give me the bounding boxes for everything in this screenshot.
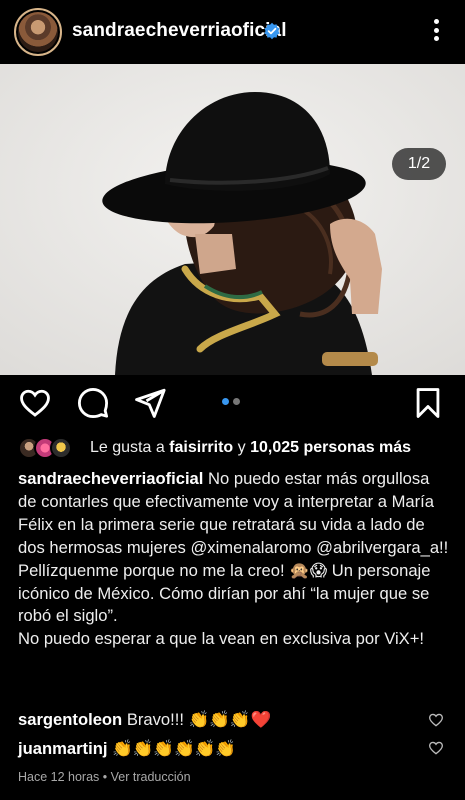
caption: sandraecheverriaoficial No puedo estar m… <box>18 468 450 651</box>
comment-heart-icon[interactable] <box>428 740 444 756</box>
comment-username[interactable]: sargentoleon <box>18 710 122 729</box>
post-meta: Hace 12 horas • Ver traducción <box>18 770 191 784</box>
carousel-dot <box>233 398 240 405</box>
caption-text: No puedo estar más orgullosa de contarle… <box>18 469 449 626</box>
avatar[interactable] <box>14 8 62 56</box>
comment-text: 👏👏👏👏👏👏 <box>107 739 237 758</box>
avatar-image <box>18 12 58 52</box>
post-image[interactable]: 1/2 <box>0 64 465 375</box>
carousel-indicator <box>222 398 240 405</box>
comment-username[interactable]: juanmartinj <box>18 739 107 758</box>
see-translation-link[interactable]: Ver traducción <box>111 770 191 784</box>
meta-separator: • <box>99 770 111 784</box>
verified-badge-icon <box>264 22 280 40</box>
image-counter: 1/2 <box>392 148 446 180</box>
post-header: sandraecheverriaoficial <box>0 0 465 64</box>
likes-text: Le gusta a faisirrito y 10,025 personas … <box>90 439 411 457</box>
comment-text: Bravo!!! 👏👏👏❤️ <box>122 710 272 729</box>
likes-others[interactable]: 10,025 personas más <box>250 439 411 456</box>
comment-icon[interactable] <box>76 386 110 420</box>
send-icon[interactable] <box>133 386 167 420</box>
comment-heart-icon[interactable] <box>428 712 444 728</box>
likes-middle: y <box>233 439 251 456</box>
caption-text-2: No puedo esperar a que la vean en exclus… <box>18 629 425 649</box>
liker-avatar <box>50 437 72 459</box>
heart-icon[interactable] <box>18 386 52 420</box>
more-options-icon[interactable] <box>428 16 444 44</box>
post-time: Hace 12 horas <box>18 770 100 784</box>
caption-username[interactable]: sandraecheverriaoficial <box>18 469 203 488</box>
post-photo-illustration <box>0 64 465 375</box>
likes-row[interactable]: Le gusta a faisirrito y 10,025 personas … <box>18 436 458 462</box>
comment-row: sargentoleon Bravo!!! 👏👏👏❤️ <box>18 710 438 730</box>
header-username[interactable]: sandraecheverriaoficial <box>72 20 287 42</box>
comment-row: juanmartinj 👏👏👏👏👏👏 <box>18 739 438 759</box>
bookmark-icon[interactable] <box>411 386 445 420</box>
likes-user[interactable]: faisirrito <box>169 439 233 456</box>
likes-prefix: Le gusta a <box>90 439 170 456</box>
carousel-dot-active <box>222 398 229 405</box>
